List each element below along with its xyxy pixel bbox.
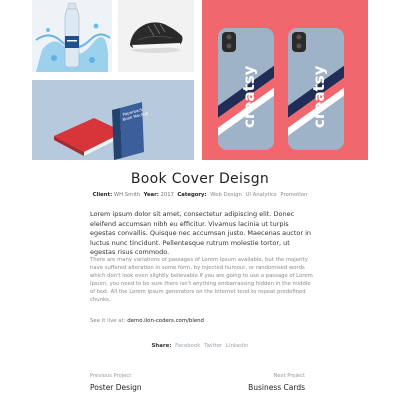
phone-case-text-2: creatsy (310, 65, 328, 128)
water-bottle-image[interactable] (32, 0, 112, 72)
year-label: Year: (143, 192, 159, 198)
book-mockup-image[interactable]: Paperback Book Mockup (32, 80, 194, 160)
live-demo-link[interactable]: demo.ilon-coders.com/blend (127, 318, 204, 324)
project-lead-paragraph: Lorem ipsum dolor sit amet, consectetur … (90, 210, 312, 257)
previous-project-nav[interactable]: Previous Project Poster Design (90, 373, 142, 392)
sneaker-image[interactable] (118, 0, 194, 72)
project-body-paragraph: There are many variations of passages of… (90, 257, 313, 304)
next-project-nav[interactable]: Next Project Business Cards (248, 373, 305, 392)
previous-project-label: Previous Project (90, 373, 132, 379)
previous-project-title[interactable]: Poster Design (90, 383, 142, 392)
share-bar: Share: Facebook Twitter Linkedin (0, 343, 400, 349)
share-twitter-link[interactable]: Twitter (204, 343, 222, 349)
share-facebook-link[interactable]: Facebook (175, 343, 200, 349)
project-title: Book Cover Deisgn (130, 171, 270, 187)
phone-case-text-1: creatsy (240, 65, 258, 128)
project-meta: Client: WH Smith Year: 2017 Category: We… (0, 192, 400, 198)
category-tag[interactable]: Promotion (280, 192, 307, 198)
share-linkedin-link[interactable]: Linkedin (226, 343, 249, 349)
portfolio-gallery: Paperback Book Mockup creatsy creatsy (0, 0, 400, 160)
live-label: See it live at: (90, 318, 126, 324)
year-value: 2017 (160, 192, 175, 198)
share-label: Share: (151, 343, 172, 349)
phone-case-mockup-image[interactable]: creatsy creatsy (202, 0, 368, 160)
category-tag[interactable]: Web Design (210, 192, 242, 198)
next-project-title[interactable]: Business Cards (248, 383, 305, 392)
category-label: Category: (177, 192, 207, 198)
next-project-label: Next Project (273, 373, 305, 379)
client-value: WH Smith (113, 192, 141, 198)
live-demo-line: See it live at: demo.ilon-coders.com/ble… (90, 318, 204, 324)
client-label: Client: (92, 192, 113, 198)
category-tag[interactable]: UI Analytics (246, 192, 277, 198)
